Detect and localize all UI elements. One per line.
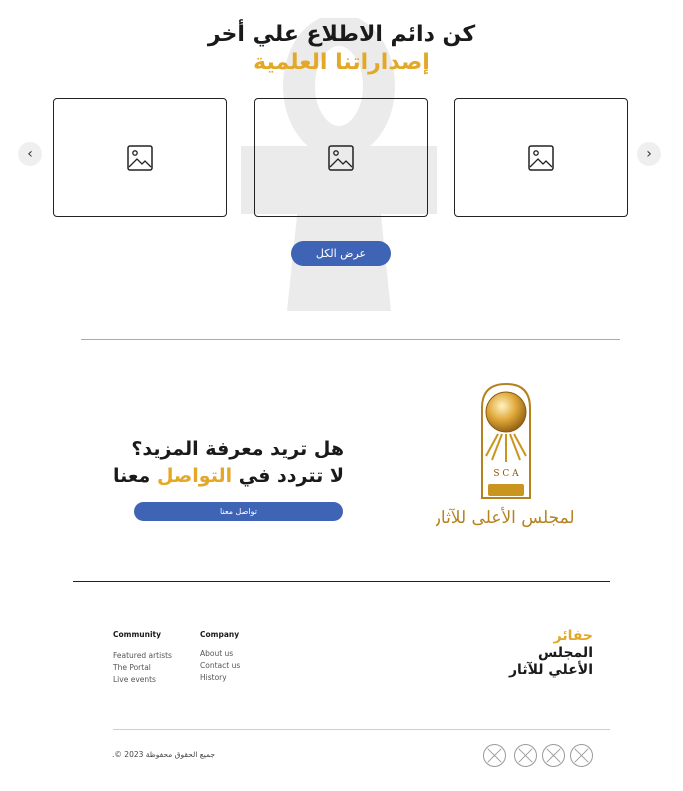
view-all-button[interactable]: عرض الكل [291,241,391,266]
social-icon[interactable] [570,744,593,767]
cta-line2: لا تتردد في التواصل معنا [112,465,344,487]
hero-subtitle: إصداراتنا العلمية [253,50,430,75]
image-placeholder-icon [127,144,153,171]
social-icon[interactable] [483,744,506,767]
carousel-next-button[interactable]: › [637,142,661,166]
cta-highlight: التواصل [156,465,233,487]
logo-text: المجلس الأعلى للآثار [436,507,576,528]
publication-card[interactable] [454,98,628,217]
footer-link[interactable]: About us [200,649,233,658]
copyright: جميع الحقوق محفوظة 2023 ©. [112,750,215,759]
section-divider [81,339,620,340]
sca-logo: S C A المجلس الأعلى للآثار [436,382,576,528]
publication-card[interactable] [53,98,227,217]
logo-initials: S C A [493,469,519,479]
chevron-left-icon: ‹ [27,146,33,162]
hero-title: كن دائم الاطلاع علي أخر [207,22,476,47]
carousel-prev-button[interactable]: ‹ [18,142,42,166]
footer-brand-line3: الأعلي للآثار [509,662,593,678]
footer-bottom-divider [113,729,610,730]
image-placeholder-icon [528,144,554,171]
footer-brand-line2: المجلس [537,645,593,661]
footer-link[interactable]: History [200,673,227,682]
social-icon[interactable] [514,744,537,767]
footer-brand-line1: حفائر [553,628,593,644]
footer-link[interactable]: Contact us [200,661,240,670]
footer-divider [73,581,610,582]
footer-link[interactable]: Live events [113,675,156,684]
contact-us-button[interactable]: تواصل معنا [134,502,343,521]
footer-link[interactable]: Featured artists [113,651,172,660]
publication-card[interactable] [254,98,428,217]
footer-link[interactable]: The Portal [113,663,151,672]
chevron-right-icon: › [646,146,652,162]
community-heading: Community [113,630,162,639]
image-placeholder-icon [328,144,354,171]
cta-question: هل تريد معرفة المزيد؟ [131,438,344,460]
social-icon[interactable] [542,744,565,767]
company-heading: Company [200,630,240,639]
